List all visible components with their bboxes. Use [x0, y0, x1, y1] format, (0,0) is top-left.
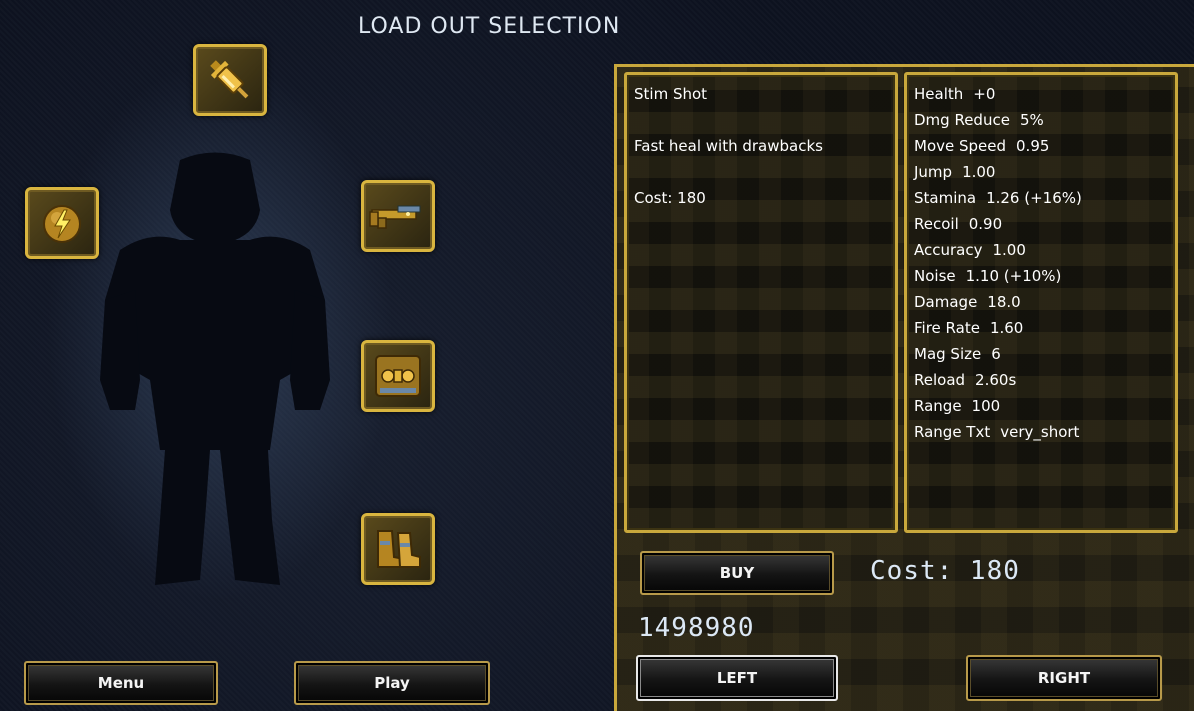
syringe-icon [210, 60, 249, 99]
stat-value: 2.60s [975, 371, 1017, 389]
screen-title: LOAD OUT SELECTION [358, 14, 621, 39]
stat-label: Accuracy [914, 241, 983, 259]
stat-value: 18.0 [987, 293, 1021, 311]
stat-row: Mag Size 6 [914, 345, 1001, 363]
stat-label: Health [914, 85, 964, 103]
stat-label: Stamina [914, 189, 977, 207]
stat-label: Fire Rate [914, 319, 980, 337]
item-description: Fast heal with drawbacks [634, 137, 823, 155]
right-button[interactable]: RIGHT [966, 655, 1162, 701]
stat-value: 5% [1019, 111, 1044, 129]
stat-label: Move Speed [914, 137, 1007, 155]
stat-row: Fire Rate 1.60 [914, 319, 1023, 337]
stat-row: Damage 18.0 [914, 293, 1021, 311]
stat-row: Jump 1.00 [914, 163, 995, 181]
slot-primary-weapon[interactable] [361, 180, 435, 252]
stat-value: 100 [971, 397, 1001, 415]
stat-row: Dmg Reduce 5% [914, 111, 1044, 129]
stat-value: very_short [1000, 423, 1080, 441]
stat-value: 0.90 [968, 215, 1003, 233]
stat-row: Accuracy 1.00 [914, 241, 1026, 259]
stat-row: Noise 1.10 (+10%) [914, 267, 1061, 285]
item-description-box: Stim Shot Fast heal with drawbacks Cost:… [624, 72, 898, 533]
stat-row: Range Txt very_short [914, 423, 1079, 441]
stat-row: Recoil 0.90 [914, 215, 1002, 233]
play-button[interactable]: Play [294, 661, 490, 705]
item-cost: Cost: 180 [634, 189, 706, 207]
player-money: 1498980 [638, 613, 755, 643]
armor-plate-icon [375, 355, 421, 397]
purchase-cost: Cost: 180 [870, 556, 1020, 586]
slot-stim-shot[interactable] [193, 44, 267, 116]
stat-label: Range Txt [914, 423, 991, 441]
stat-row: Range 100 [914, 397, 1000, 415]
slot-boots[interactable] [361, 513, 435, 585]
left-button[interactable]: LEFT [636, 655, 838, 701]
stat-row: Move Speed 0.95 [914, 137, 1049, 155]
lightning-grenade-icon [43, 205, 81, 243]
stat-label: Jump [914, 163, 953, 181]
shotgun-icon [369, 205, 421, 229]
stat-label: Recoil [914, 215, 959, 233]
menu-button[interactable]: Menu [24, 661, 218, 705]
stat-label: Dmg Reduce [914, 111, 1010, 129]
character-silhouette [100, 152, 330, 585]
stat-row: Reload 2.60s [914, 371, 1016, 389]
stat-row: Stamina 1.26 (+16%) [914, 189, 1082, 207]
stat-value: 1.60 [989, 319, 1024, 337]
stat-value: 1.10 (+10%) [965, 267, 1062, 285]
stat-label: Noise [914, 267, 956, 285]
stat-row: Health +0 [914, 85, 995, 103]
stats-box: Health +0 Dmg Reduce 5% Move Speed 0.95 Jum… [904, 72, 1178, 533]
stat-value: 6 [991, 345, 1001, 363]
stat-value: 1.00 [962, 163, 996, 181]
slot-grenade[interactable] [25, 187, 99, 259]
item-name: Stim Shot [634, 85, 708, 103]
buy-button[interactable]: BUY [640, 551, 834, 595]
stat-label: Damage [914, 293, 978, 311]
boots-icon [377, 530, 421, 568]
stat-label: Range [914, 397, 962, 415]
slot-armor[interactable] [361, 340, 435, 412]
stat-label: Mag Size [914, 345, 982, 363]
stat-label: Reload [914, 371, 966, 389]
stat-value: 1.00 [992, 241, 1026, 259]
stat-value: 0.95 [1016, 137, 1050, 155]
stat-value: 1.26 (+16%) [986, 189, 1082, 207]
stat-value: +0 [973, 85, 996, 103]
